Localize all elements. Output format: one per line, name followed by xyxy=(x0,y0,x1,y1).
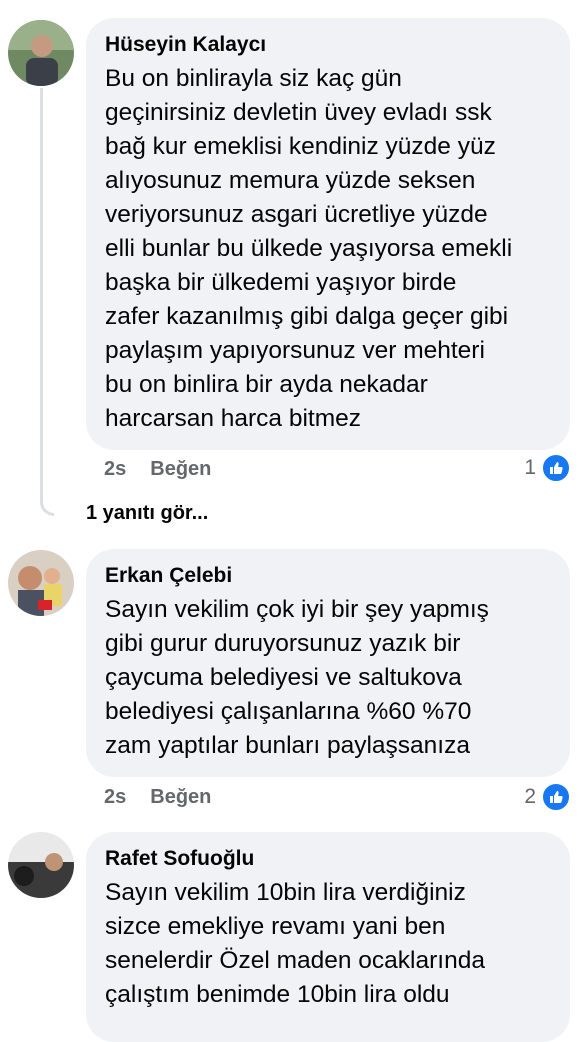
comment-line: veriyorsunuz asgari ücretliye yüzde xyxy=(105,201,488,228)
comment-line: başka bir ülkedemi yaşıyor birde xyxy=(105,269,457,296)
comment-line: elli bunlar bu ülkede yaşıyorsa emekli xyxy=(105,235,513,262)
comment-meta: 2s Beğen xyxy=(104,458,211,481)
comment-line: Sayın vekilim 10bin lira verdiğiniz xyxy=(105,879,466,906)
comment-meta: 2s Beğen xyxy=(104,786,211,809)
comment-line: geçinirsiniz devletin üvey evladı ssk xyxy=(105,99,492,126)
comment-line: sizce emekliye revamı yani ben xyxy=(105,913,446,940)
comment-line: gibi gurur duruyorsunuz yazık bir xyxy=(105,630,461,657)
comment-line: senelerdir Özel maden ocaklarında xyxy=(105,947,485,974)
avatar-photo xyxy=(8,550,74,616)
comment-line: zafer kazanılmış gibi dalga geçer gibi xyxy=(105,303,509,330)
like-icon xyxy=(541,782,571,812)
comment-line: Sayın vekilim çok iyi bir şey yapmış xyxy=(105,596,489,623)
comment-text: Sayın vekilim 10bin lira verdiğiniz sizc… xyxy=(105,876,552,1012)
comment-text: Sayın vekilim çok iyi bir şey yapmış gib… xyxy=(105,593,552,763)
reaction-summary[interactable]: 2 xyxy=(524,782,571,812)
comment-author[interactable]: Erkan Çelebi xyxy=(105,563,552,589)
like-icon xyxy=(541,453,571,483)
comment-text: Bu on binlirayla siz kaç gün geçinirsini… xyxy=(105,62,552,436)
comment-timestamp[interactable]: 2s xyxy=(104,786,126,809)
comment-author[interactable]: Rafet Sofuoğlu xyxy=(105,846,552,872)
like-button[interactable]: Beğen xyxy=(150,786,211,809)
comment-line: paylaşım yapıyorsunuz ver mehteri xyxy=(105,337,485,364)
comment-line: çaycuma belediyesi ve saltukova xyxy=(105,664,462,691)
comment-line: belediyesi çalışanlarına %60 %70 xyxy=(105,698,472,725)
comment-line: bağ kur emeklisi kendiniz yüzde yüz xyxy=(105,133,496,160)
avatar[interactable] xyxy=(8,832,74,898)
avatar-photo xyxy=(8,20,74,86)
avatar[interactable] xyxy=(8,20,74,86)
reaction-count: 2 xyxy=(524,785,536,808)
comment-bubble: Rafet Sofuoğlu Sayın vekilim 10bin lira … xyxy=(86,832,570,1042)
comment-line: Bu on binlirayla siz kaç gün xyxy=(105,65,402,92)
avatar[interactable] xyxy=(8,550,74,616)
comment-author[interactable]: Hüseyin Kalaycı xyxy=(105,32,552,58)
reaction-summary[interactable]: 1 xyxy=(524,453,571,483)
reaction-count: 1 xyxy=(524,456,536,479)
comment-timestamp[interactable]: 2s xyxy=(104,458,126,481)
comment-bubble: Hüseyin Kalaycı Bu on binlirayla siz kaç… xyxy=(86,18,570,450)
comment-line: bu on binlira bir ayda nekadar xyxy=(105,371,428,398)
comment-line: zam yaptılar bunları paylaşsanıza xyxy=(105,732,470,759)
comment-bubble: Erkan Çelebi Sayın vekilim çok iyi bir ş… xyxy=(86,549,570,777)
comment-line: harcarsan harca bitmez xyxy=(105,405,362,432)
avatar-photo xyxy=(8,832,74,898)
like-button[interactable]: Beğen xyxy=(150,458,211,481)
comment-line: çalıştım benimde 10bin lira oldu xyxy=(105,981,450,1008)
comment-line: alıyosunuz memura yüzde seksen xyxy=(105,167,476,194)
reply-thread-line xyxy=(40,88,54,516)
view-replies-link[interactable]: 1 yanıtı gör... xyxy=(86,502,208,525)
